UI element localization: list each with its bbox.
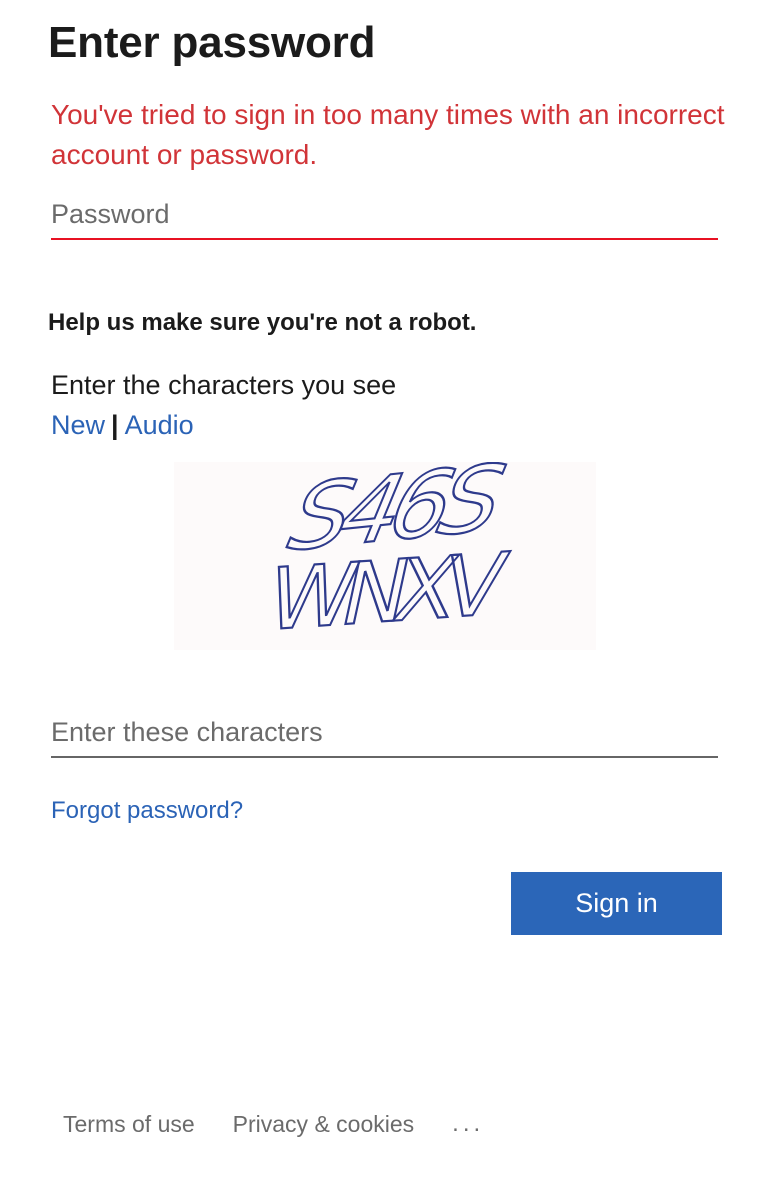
captcha-heading: Help us make sure you're not a robot.	[48, 309, 477, 336]
captcha-image: S46S WNXV	[174, 462, 596, 650]
privacy-cookies-link[interactable]: Privacy & cookies	[233, 1111, 415, 1138]
captcha-links: New | Audio	[51, 410, 194, 441]
captcha-link-separator: |	[111, 410, 119, 440]
captcha-audio-link[interactable]: Audio	[125, 410, 194, 440]
captcha-new-link[interactable]: New	[51, 410, 105, 440]
captcha-instructions: Enter the characters you see	[51, 370, 397, 400]
captcha-input[interactable]	[51, 708, 718, 758]
captcha-text-line2: WNXV	[258, 534, 515, 650]
page-title: Enter password	[48, 18, 376, 67]
sign-in-button[interactable]: Sign in	[511, 872, 722, 935]
footer: Terms of use Privacy & cookies ...	[63, 1110, 484, 1138]
forgot-password-link[interactable]: Forgot password?	[51, 797, 243, 825]
terms-of-use-link[interactable]: Terms of use	[63, 1111, 195, 1138]
more-options-icon[interactable]: ...	[452, 1110, 484, 1138]
password-input[interactable]	[51, 190, 718, 240]
error-message: You've tried to sign in too many times w…	[51, 99, 725, 170]
